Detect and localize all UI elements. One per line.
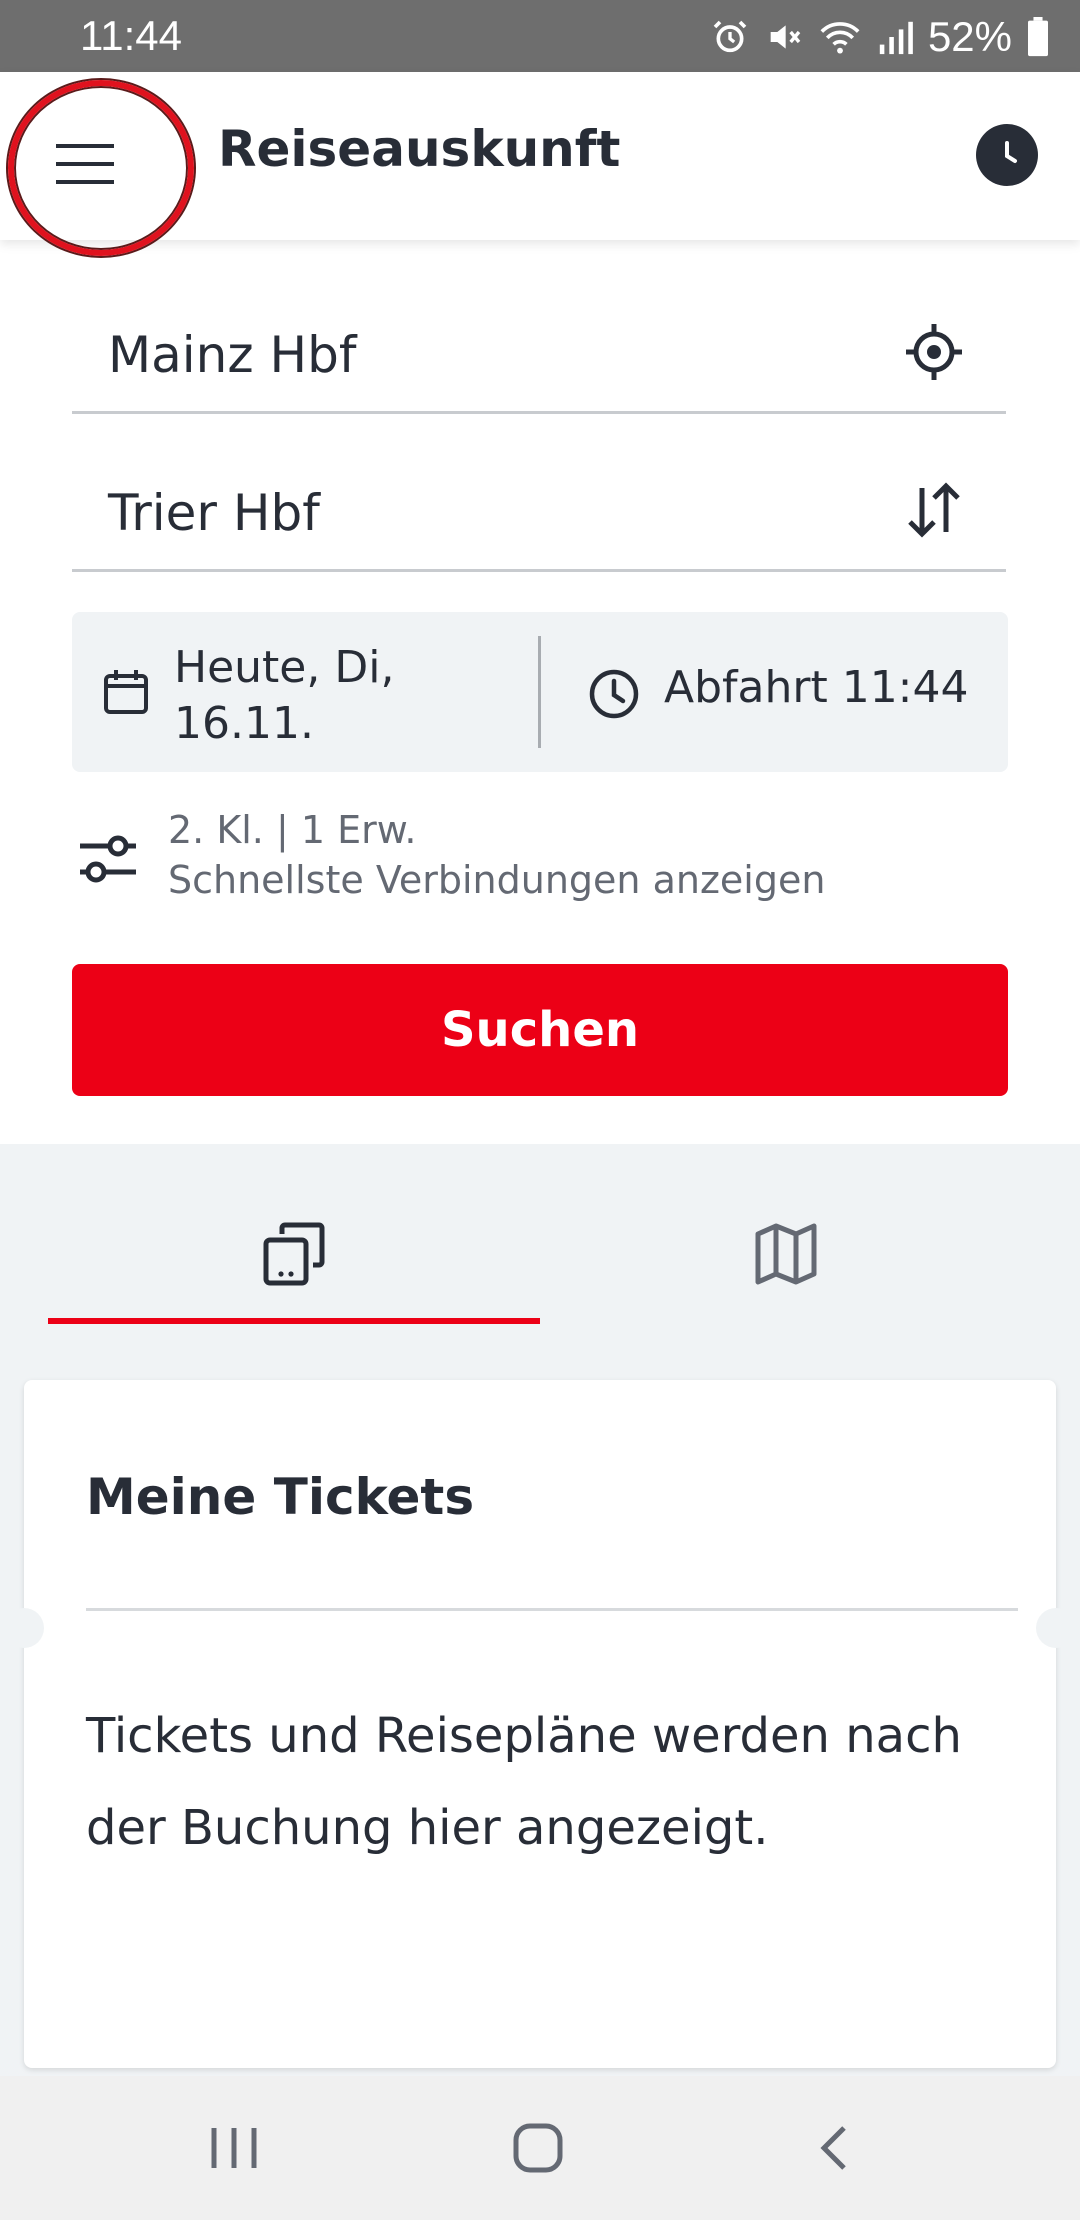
tab-map[interactable]	[540, 1144, 1032, 1324]
history-button[interactable]	[976, 124, 1038, 186]
status-icons: 52%	[710, 12, 1050, 62]
calendar-icon	[104, 670, 148, 714]
tickets-divider	[86, 1608, 1018, 1611]
location-target-icon[interactable]	[902, 320, 966, 384]
date-line2: 16.11.	[174, 698, 314, 749]
date-time-selector: Heute, Di, 16.11. Abfahrt 11:44	[72, 612, 1008, 772]
menu-button[interactable]	[8, 80, 194, 256]
page-title: Reiseauskunft	[218, 120, 621, 178]
battery-percent: 52%	[927, 13, 1012, 60]
swap-arrows-icon[interactable]	[902, 478, 966, 542]
active-tab-indicator	[48, 1318, 540, 1324]
clock-icon	[1005, 141, 1017, 163]
home-icon[interactable]	[508, 2116, 572, 2180]
battery-icon	[1028, 17, 1048, 57]
search-button[interactable]: Suchen	[72, 964, 1008, 1096]
tickets-card: Meine Tickets Tickets und Reisepläne wer…	[4, 1380, 1076, 2068]
app-bar: Reiseauskunft	[0, 72, 1080, 256]
tab-bar	[0, 1144, 1080, 1324]
map-icon	[755, 1223, 817, 1285]
signal-icon	[879, 21, 913, 55]
clock-icon	[589, 669, 639, 719]
settings-sliders-icon	[80, 835, 136, 883]
back-icon[interactable]	[810, 2116, 862, 2180]
hamburger-menu-icon	[56, 144, 114, 184]
ticket-notch-left	[4, 1608, 44, 1648]
status-bar: 11:44 52%	[0, 0, 1080, 72]
travel-options[interactable]: 2. Kl. | 1 Erw. Schnellste Verbindungen …	[72, 806, 1008, 916]
tab-tickets[interactable]	[48, 1144, 540, 1324]
options-fastest-connections: Schnellste Verbindungen anzeigen	[168, 858, 826, 902]
from-station-input[interactable]: Mainz Hbf	[108, 326, 356, 384]
options-class-passengers: 2. Kl. | 1 Erw.	[168, 808, 417, 852]
status-time: 11:44	[80, 12, 182, 59]
tickets-info-text: Tickets und Reisepläne werden nach der B…	[86, 1708, 962, 1856]
tickets-title: Meine Tickets	[86, 1468, 475, 1526]
date-line1: Heute, Di,	[174, 642, 395, 693]
ticket-notch-right	[1036, 1608, 1076, 1648]
to-station-input[interactable]: Trier Hbf	[108, 484, 320, 542]
to-station-field[interactable]: Trier Hbf	[72, 432, 1006, 572]
departure-time: Abfahrt 11:44	[664, 662, 969, 713]
from-station-field[interactable]: Mainz Hbf	[72, 274, 1006, 414]
recent-apps-icon[interactable]	[208, 2116, 260, 2180]
system-nav-bar	[0, 2076, 1080, 2220]
alarm-icon	[713, 20, 747, 53]
tickets-icon	[263, 1222, 325, 1286]
mute-icon	[770, 25, 801, 49]
date-value: Heute, Di, 16.11.	[174, 640, 474, 752]
divider	[538, 636, 541, 748]
wifi-icon	[820, 22, 860, 54]
